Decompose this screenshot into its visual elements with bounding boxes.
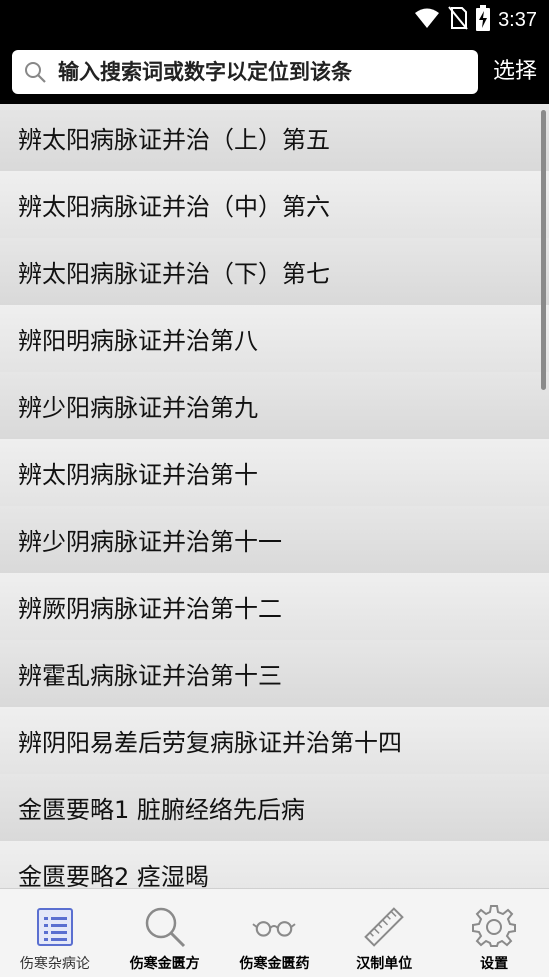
list-item[interactable]: 辨霍乱病脉证并治第十三 (0, 640, 549, 707)
nav-item-formulas[interactable]: 伤寒金匮方 (110, 889, 220, 977)
no-sim-icon (448, 6, 468, 34)
search-row: 选择 (0, 40, 549, 104)
list-item[interactable]: 辨少阳病脉证并治第九 (0, 372, 549, 439)
list-item[interactable]: 金匮要略2 痉湿暍 (0, 841, 549, 888)
nav-item-shanghan-zabing-lun[interactable]: 伤寒杂病论 (0, 889, 110, 977)
nav-item-settings[interactable]: 设置 (439, 889, 549, 977)
list-item[interactable]: 辨阴阳易差后劳复病脉证并治第十四 (0, 707, 549, 774)
chapter-list[interactable]: 辨太阳病脉证并治（上）第五 辨太阳病脉证并治（中）第六 辨太阳病脉证并治（下）第… (0, 104, 549, 888)
search-input[interactable] (58, 52, 478, 92)
list-item[interactable]: 辨阳明病脉证并治第八 (0, 305, 549, 372)
list-document-icon (33, 905, 77, 949)
search-icon (22, 59, 48, 85)
search-box[interactable] (12, 50, 478, 94)
ruler-icon (362, 905, 406, 949)
status-bar: 3:37 (0, 0, 549, 40)
list-item[interactable]: 辨太阳病脉证并治（下）第七 (0, 238, 549, 305)
bottom-nav: 伤寒杂病论 伤寒金匮方 伤寒金匮药 汉制单位 设置 (0, 888, 549, 977)
wifi-icon (414, 7, 440, 33)
list-item[interactable]: 辨少阴病脉证并治第十一 (0, 506, 549, 573)
nav-label: 设置 (480, 956, 509, 972)
glasses-icon (252, 905, 297, 949)
list-item[interactable]: 辨太阳病脉证并治（中）第六 (0, 171, 549, 238)
gear-icon (472, 905, 517, 949)
list-item[interactable]: 辨太阴病脉证并治第十 (0, 439, 549, 506)
search-icon (143, 905, 187, 949)
status-icons: 3:37 (414, 5, 537, 35)
nav-label: 汉制单位 (356, 956, 413, 972)
nav-item-units[interactable]: 汉制单位 (329, 889, 439, 977)
list-item[interactable]: 辨厥阴病脉证并治第十二 (0, 573, 549, 640)
nav-label: 伤寒金匮药 (239, 956, 310, 972)
select-button[interactable]: 选择 (489, 50, 541, 94)
battery-charging-icon (476, 5, 491, 35)
nav-item-herbs[interactable]: 伤寒金匮药 (220, 889, 330, 977)
nav-label: 伤寒杂病论 (19, 956, 90, 972)
nav-label: 伤寒金匮方 (129, 956, 200, 972)
status-time: 3:37 (498, 8, 537, 31)
list-item[interactable]: 辨太阳病脉证并治（上）第五 (0, 104, 549, 171)
scrollbar[interactable] (541, 110, 546, 390)
list-item[interactable]: 金匮要略1 脏腑经络先后病 (0, 774, 549, 841)
